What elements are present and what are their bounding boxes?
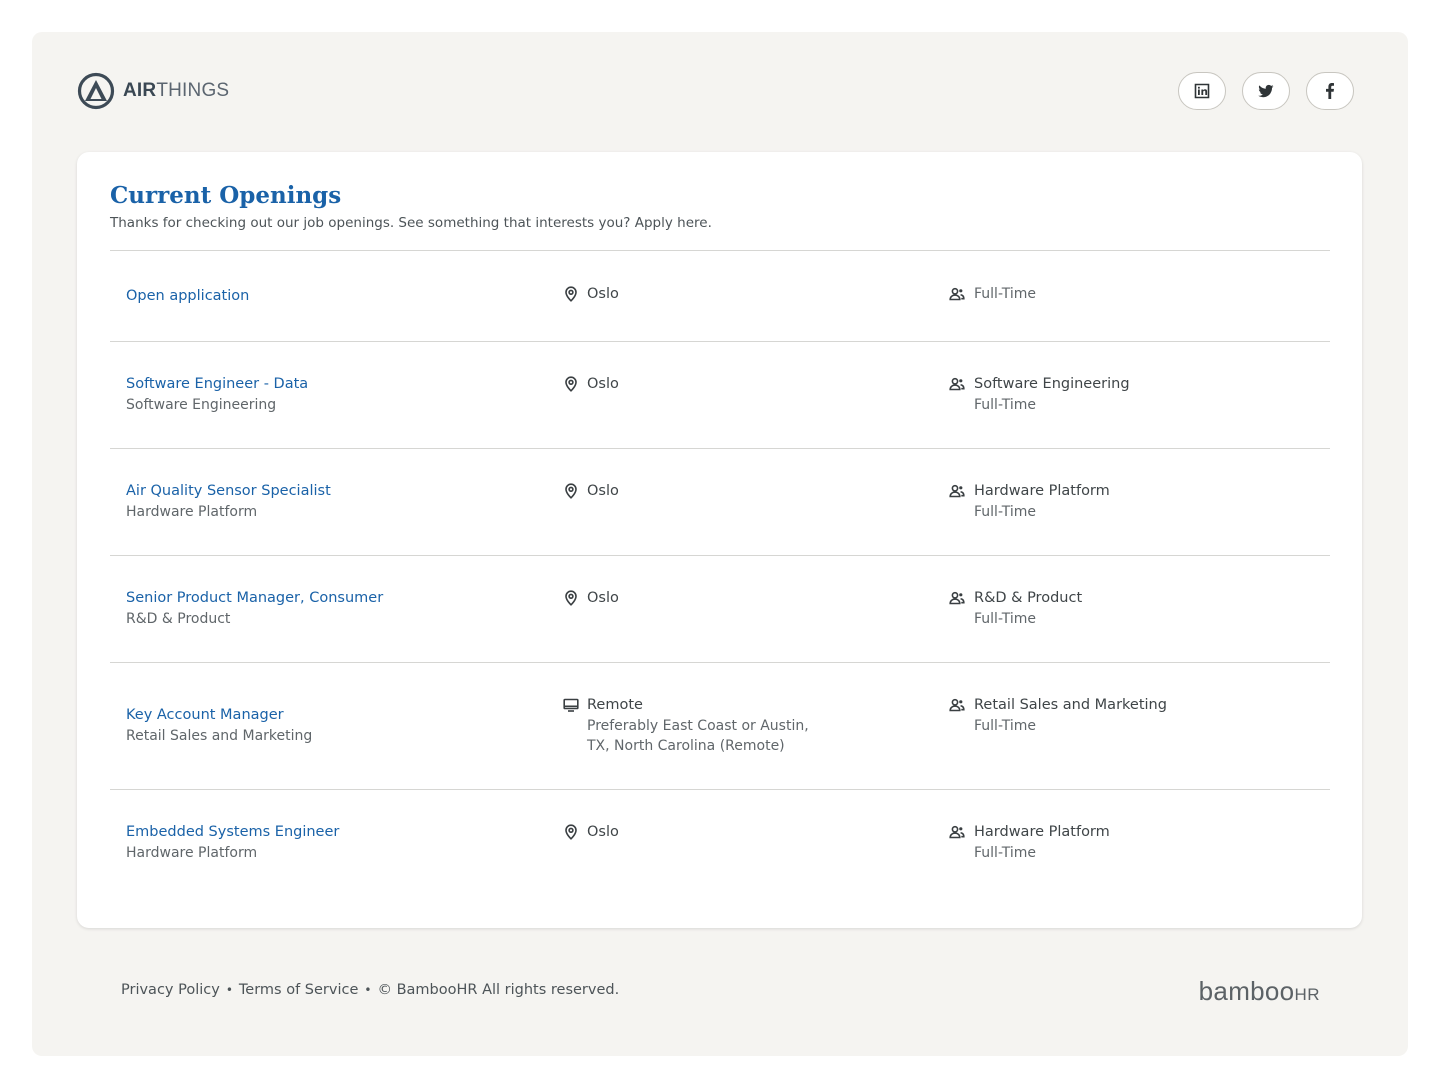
job-department: Software Engineering <box>126 397 277 413</box>
brand-logo[interactable]: AIRTHINGS <box>77 72 229 110</box>
job-dept: Hardware Platform <box>974 483 1110 499</box>
job-row: Software Engineer - Data Software Engine… <box>110 341 1330 448</box>
job-employment: Full-Time <box>974 286 1036 302</box>
terms-of-service-link[interactable]: Terms of Service <box>239 982 358 998</box>
footer-separator: • <box>364 983 372 997</box>
job-location-detail: Preferably East Coast or Austin, <box>587 718 809 734</box>
job-dept: Hardware Platform <box>974 824 1110 840</box>
job-employment: Full-Time <box>974 718 1036 734</box>
bamboohr-suffix: HR <box>1294 985 1320 1004</box>
job-employment: Full-Time <box>974 504 1036 520</box>
job-dept: Software Engineering <box>974 376 1130 392</box>
job-location: Oslo <box>587 590 619 606</box>
map-pin-icon <box>563 286 579 302</box>
job-row: Key Account Manager Retail Sales and Mar… <box>110 662 1330 789</box>
openings-card: Current Openings Thanks for checking out… <box>77 152 1362 928</box>
airthings-logo-icon <box>77 72 115 110</box>
job-title-link[interactable]: Senior Product Manager, Consumer <box>126 588 383 609</box>
job-location: Oslo <box>587 483 619 499</box>
job-row: Senior Product Manager, Consumer R&D & P… <box>110 555 1330 662</box>
linkedin-button[interactable] <box>1178 72 1226 110</box>
job-dept: Retail Sales and Marketing <box>974 697 1167 713</box>
job-title-link[interactable]: Key Account Manager <box>126 705 312 726</box>
page-title: Current Openings <box>110 182 342 209</box>
people-icon <box>949 483 965 499</box>
job-title-link[interactable]: Air Quality Sensor Specialist <box>126 481 331 502</box>
monitor-icon <box>563 697 579 713</box>
map-pin-icon <box>563 376 579 392</box>
footer-separator: • <box>225 983 233 997</box>
page-background: AIRTHINGS Current Openings Thanks for ch… <box>32 32 1408 1056</box>
job-title-link[interactable]: Open application <box>126 286 249 307</box>
job-row: Open application Oslo Full-Time <box>110 250 1330 341</box>
job-dept: R&D & Product <box>974 590 1083 606</box>
job-department: Retail Sales and Marketing <box>126 728 313 744</box>
job-row: Air Quality Sensor Specialist Hardware P… <box>110 448 1330 555</box>
people-icon <box>949 590 965 606</box>
facebook-button[interactable] <box>1306 72 1354 110</box>
twitter-icon <box>1258 84 1274 98</box>
job-location: Oslo <box>587 824 619 840</box>
job-row: Embedded Systems Engineer Hardware Platf… <box>110 789 1330 896</box>
map-pin-icon <box>563 590 579 606</box>
map-pin-icon <box>563 824 579 840</box>
brand-name: AIRTHINGS <box>123 80 230 101</box>
map-pin-icon <box>563 483 579 499</box>
copyright-text: © BambooHR All rights reserved. <box>377 982 620 998</box>
people-icon <box>949 376 965 392</box>
job-location: Oslo <box>587 376 619 392</box>
people-icon <box>949 824 965 840</box>
job-location: Remote <box>587 697 643 713</box>
job-employment: Full-Time <box>974 611 1036 627</box>
job-department: R&D & Product <box>126 611 231 627</box>
privacy-policy-link[interactable]: Privacy Policy <box>121 982 220 998</box>
job-employment: Full-Time <box>974 845 1036 861</box>
job-department: Hardware Platform <box>126 845 258 861</box>
page-subtitle: Thanks for checking out our job openings… <box>110 215 712 231</box>
job-employment: Full-Time <box>974 397 1036 413</box>
job-title-link[interactable]: Embedded Systems Engineer <box>126 822 339 843</box>
social-links <box>1178 72 1354 110</box>
people-icon <box>949 697 965 713</box>
job-department: Hardware Platform <box>126 504 258 520</box>
job-title-link[interactable]: Software Engineer - Data <box>126 374 308 395</box>
bamboohr-logo[interactable]: bambooHR <box>1199 976 1320 1007</box>
people-icon <box>949 286 965 302</box>
twitter-button[interactable] <box>1242 72 1290 110</box>
facebook-icon <box>1326 83 1334 99</box>
footer-links: Privacy Policy • Terms of Service • © Ba… <box>121 982 619 998</box>
job-list: Open application Oslo Full-Time Software… <box>110 250 1330 896</box>
bamboohr-wordmark: bamboo <box>1198 976 1295 1006</box>
job-location-detail: TX, North Carolina (Remote) <box>587 738 785 754</box>
job-location: Oslo <box>587 286 619 302</box>
linkedin-icon <box>1194 83 1210 99</box>
